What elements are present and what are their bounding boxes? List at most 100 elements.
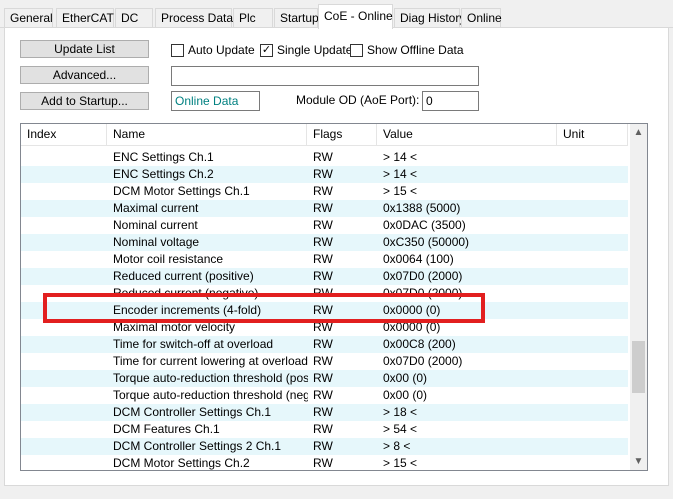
cell-value: > 8 < — [383, 439, 411, 453]
cell-flags: RW — [313, 303, 333, 317]
auto-update-label: Auto Update — [188, 43, 255, 57]
coe-object-table[interactable]: Index Name Flags Value Unit +8000:0ENC S… — [20, 123, 648, 471]
table-row[interactable]: +8010:0ENC Settings Ch.2RW> 14 < — [21, 166, 628, 183]
cell-name: Maximal current — [113, 201, 199, 215]
cell-flags: RW — [313, 354, 333, 368]
table-row[interactable]: 8020:0ETorque auto-reduction threshold (… — [21, 370, 628, 387]
cell-flags: RW — [313, 405, 333, 419]
cell-flags: RW — [313, 286, 333, 300]
cell-name: Nominal voltage — [113, 235, 200, 249]
cell-name: Nominal current — [113, 218, 198, 232]
advanced-button[interactable]: Advanced... — [20, 66, 149, 84]
cell-value: > 54 < — [383, 422, 418, 436]
checkbox-unchecked-icon[interactable] — [171, 43, 184, 57]
cell-value: 0x0064 (100) — [383, 252, 454, 266]
cell-flags: RW — [313, 456, 333, 470]
table-row[interactable]: 8020:04Motor coil resistanceRW0x0064 (10… — [21, 251, 628, 268]
cell-value: > 14 < — [383, 167, 418, 181]
cell-value: > 18 < — [383, 405, 418, 419]
column-header-unit[interactable]: Unit — [557, 124, 628, 146]
table-body: +8000:0ENC Settings Ch.1RW> 14 <+8010:0E… — [21, 149, 628, 470]
cell-flags: RW — [313, 167, 333, 181]
tab-dc[interactable]: DC — [115, 8, 153, 28]
tab-process-data[interactable]: Process Data — [155, 8, 233, 28]
table-row[interactable]: 8020:02Nominal currentRW0x0DAC (3500) — [21, 217, 628, 234]
chevron-down-icon[interactable]: ▼ — [630, 453, 647, 470]
cell-name: Motor coil resistance — [113, 252, 224, 266]
column-header-name[interactable]: Name — [107, 124, 307, 146]
cell-name: Reduced current (negative) — [113, 286, 259, 300]
table-row[interactable]: 8020:06Reduced current (negative)RW0x07D… — [21, 285, 628, 302]
update-list-button[interactable]: Update List — [20, 40, 149, 58]
cell-name: Time for current lowering at overload — [113, 354, 308, 368]
single-update-checkbox[interactable]: ✓ Single Update — [260, 42, 352, 58]
table-row[interactable]: 8020:05Reduced current (positive)RW0x07D… — [21, 268, 628, 285]
table-row[interactable]: +8022:0DCM Features Ch.1RW> 54 < — [21, 421, 628, 438]
cell-name: DCM Motor Settings Ch.2 — [113, 456, 250, 470]
table-header: Index Name Flags Value Unit — [21, 124, 628, 146]
cell-flags: RW — [313, 371, 333, 385]
module-od-label: Module OD (AoE Port): — [296, 93, 420, 107]
cell-value: 0x07D0 (2000) — [383, 354, 463, 368]
table-row[interactable]: +8000:0ENC Settings Ch.1RW> 14 < — [21, 149, 628, 166]
column-header-flags[interactable]: Flags — [307, 124, 377, 146]
cell-value: 0xC350 (50000) — [383, 235, 470, 249]
cell-name: ENC Settings Ch.1 — [113, 150, 214, 164]
table-row[interactable]: +8030:0DCM Motor Settings Ch.2RW> 15 < — [21, 455, 628, 470]
cell-value: 0x0000 (0) — [383, 303, 441, 317]
cell-value: 0x0DAC (3500) — [383, 218, 466, 232]
tab-online[interactable]: Online — [461, 8, 502, 28]
cell-flags: RW — [313, 388, 333, 402]
cell-value: 0x00 (0) — [383, 388, 428, 402]
table-row[interactable]: −8020:0DCM Motor Settings Ch.1RW> 15 < — [21, 183, 628, 200]
table-row[interactable]: 8020:0FTorque auto-reduction threshold (… — [21, 387, 628, 404]
single-update-label: Single Update — [277, 43, 353, 57]
table-row[interactable]: 8020:03Nominal voltageRW0xC350 (50000) — [21, 234, 628, 251]
cell-flags: RW — [313, 218, 333, 232]
cell-flags: RW — [313, 422, 333, 436]
advanced-filter-field[interactable] — [171, 66, 479, 86]
table-row[interactable]: 8020:0CTime for switch-off at overloadRW… — [21, 336, 628, 353]
tab-general[interactable]: General — [4, 8, 53, 28]
checkbox-unchecked-icon[interactable] — [350, 43, 363, 57]
cell-flags: RW — [313, 320, 333, 334]
cell-name: DCM Controller Settings 2 Ch.1 — [113, 439, 282, 453]
cell-value: 0x0000 (0) — [383, 320, 441, 334]
table-row[interactable]: +8021:0DCM Controller Settings Ch.1RW> 1… — [21, 404, 628, 421]
chevron-up-icon[interactable]: ▲ — [630, 124, 647, 141]
tab-plc[interactable]: Plc — [233, 8, 273, 28]
add-to-startup-button[interactable]: Add to Startup... — [20, 92, 149, 110]
cell-flags: RW — [313, 439, 333, 453]
cell-name: Torque auto-reduction threshold (posit..… — [113, 371, 308, 385]
cell-flags: RW — [313, 150, 333, 164]
auto-update-checkbox[interactable]: Auto Update — [171, 42, 255, 58]
table-row[interactable]: 8020:0DTime for current lowering at over… — [21, 353, 628, 370]
table-row[interactable]: 8020:08Maximal motor velocityRW0x0000 (0… — [21, 319, 628, 336]
module-od-port-input[interactable]: 0 — [422, 91, 479, 111]
tab-ethercat[interactable]: EtherCAT — [56, 8, 114, 28]
cell-name: Time for switch-off at overload — [113, 337, 274, 351]
cell-value: 0x1388 (5000) — [383, 201, 461, 215]
show-offline-data-checkbox[interactable]: Show Offline Data — [350, 42, 464, 58]
tab-diag-history[interactable]: Diag History — [394, 8, 465, 28]
vertical-scrollbar[interactable]: ▲ ▼ — [630, 124, 647, 470]
table-row[interactable]: 8020:01Maximal currentRW0x1388 (5000) — [21, 200, 628, 217]
cell-value: 0x00C8 (200) — [383, 337, 456, 351]
column-header-value[interactable]: Value — [377, 124, 557, 146]
cell-name: DCM Controller Settings Ch.1 — [113, 405, 272, 419]
cell-name: DCM Motor Settings Ch.1 — [113, 184, 250, 198]
cell-name: Encoder increments (4-fold) — [113, 303, 262, 317]
table-row[interactable]: 8020:07Encoder increments (4-fold)RW0x00… — [21, 302, 628, 319]
tab-coe-online[interactable]: CoE - Online — [318, 4, 393, 29]
cell-flags: RW — [313, 269, 333, 283]
cell-value: 0x00 (0) — [383, 371, 428, 385]
online-data-field[interactable]: Online Data — [171, 91, 260, 111]
cell-name: Maximal motor velocity — [113, 320, 236, 334]
cell-name: ENC Settings Ch.2 — [113, 167, 214, 181]
table-row[interactable]: +8023:0DCM Controller Settings 2 Ch.1RW>… — [21, 438, 628, 455]
show-offline-data-label: Show Offline Data — [367, 43, 464, 57]
checkmark-icon[interactable]: ✓ — [260, 43, 273, 57]
scrollbar-thumb[interactable] — [632, 341, 645, 393]
tab-startup[interactable]: Startup — [274, 8, 319, 28]
column-header-index[interactable]: Index — [21, 124, 107, 146]
